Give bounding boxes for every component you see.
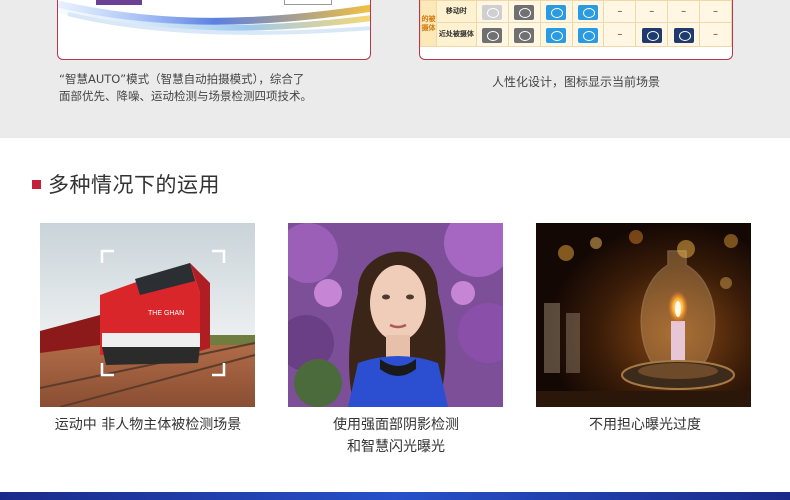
footer-blue-bar (0, 492, 790, 500)
train-photo-caption-line-1: 运动中 非人物主体被检测场景 (54, 417, 242, 433)
smart-auto-illustration-card (57, 0, 371, 60)
scene-icon-blue-2 (577, 5, 598, 20)
macro-icon-dark-2 (514, 28, 535, 43)
row-label-near-subject: 近处被摄体 (435, 22, 477, 47)
table-dash: – (699, 22, 732, 47)
table-dash: – (635, 0, 669, 23)
night-macro-icon (673, 28, 694, 43)
mode-tab-purple (96, 0, 142, 5)
table-dash: – (603, 22, 637, 47)
scene-icon-gray (482, 5, 503, 20)
macro-icon-dark (482, 28, 503, 43)
table-dash: – (699, 0, 732, 23)
macro-icon-blue-2 (577, 28, 598, 43)
smart-auto-description-line-2: 面部优先、降噪、运动检测与场景检测四项技术。 (59, 89, 312, 103)
portrait-photo-caption-line-2: 和智慧闪光曝光 (347, 439, 445, 455)
scene-icon-blue (546, 5, 567, 20)
portrait-photo-caption-line-1: 使用强面部阴影检测 (333, 417, 459, 433)
row-label-moving: 移动时 (435, 0, 477, 23)
mode-tab-white (284, 0, 332, 5)
scene-icon-description: 人性化设计，图标显示当前场景 (491, 75, 660, 89)
portrait-photo-caption: 使用强面部阴影检测 和智慧闪光曝光 (280, 414, 512, 458)
scene-icon-table: 的被摄体 移动时 – – – – 近处被摄体 – – (420, 0, 732, 47)
table-dash: – (667, 0, 701, 23)
table-row-moving: 的被摄体 移动时 – – – – (420, 0, 732, 47)
heading-square-icon (32, 179, 41, 189)
scene-icon-table-card: 的被摄体 移动时 – – – – 近处被摄体 – – (419, 0, 733, 60)
section-title: 多种情况下的运用 (48, 173, 220, 197)
table-dash: – (603, 0, 637, 23)
candle-photo-caption-line-1: 不用担心曝光过度 (589, 417, 701, 433)
candle-lamp-photo (536, 223, 751, 407)
top-feature-band: “智慧AUTO”模式（智慧自动拍摄模式），综合了 面部优先、降噪、运动检测与场景… (0, 0, 790, 138)
smart-auto-swirl-graphic (58, 0, 370, 35)
train-photo-caption: 运动中 非人物主体被检测场景 (32, 414, 264, 436)
scene-icon-dark (514, 5, 535, 20)
train-logo-text: THE GHAN (148, 310, 184, 317)
train-photo: THE GHAN (40, 223, 255, 407)
macro-icon-blue (546, 28, 567, 43)
smart-auto-description-line-1: “智慧AUTO”模式（智慧自动拍摄模式），综合了 (59, 72, 305, 86)
candle-photo-caption: 不用担心曝光过度 (529, 414, 761, 436)
table-side-label: 的被摄体 (420, 0, 437, 47)
portrait-photo (288, 223, 503, 407)
backlight-macro-icon (641, 28, 662, 43)
smart-auto-description: “智慧AUTO”模式（智慧自动拍摄模式），综合了 面部优先、降噪、运动检测与场景… (59, 71, 379, 105)
section-heading: 多种情况下的运用 (32, 171, 220, 197)
table-row-near-subject: 近处被摄体 – – (421, 22, 732, 47)
